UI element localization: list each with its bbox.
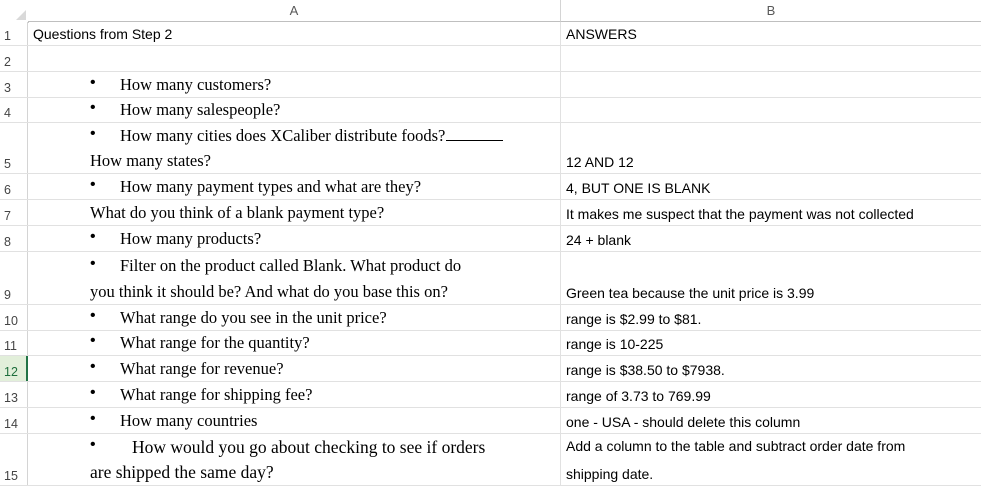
- cell-a8[interactable]: How many products?: [28, 226, 561, 251]
- cell-a13-text: What range for shipping fee?: [90, 384, 312, 405]
- cell-a15-line1: How would you go about checking to see i…: [90, 436, 485, 458]
- cell-b8-text: 24 + blank: [566, 232, 631, 248]
- row-header-5[interactable]: 5: [0, 123, 28, 173]
- row-14: 14 How many countries one - USA - should…: [0, 408, 981, 434]
- grid: 1 Questions from Step 2 ANSWERS 2 3 How …: [0, 22, 981, 486]
- row-header-10[interactable]: 10: [0, 305, 28, 330]
- select-all-triangle: [16, 10, 26, 20]
- cell-b15-line1: Add a column to the table and subtract o…: [566, 438, 906, 454]
- cell-b12-text: range is $38.50 to $7938.: [566, 362, 725, 378]
- cell-a8-text: How many products?: [90, 228, 261, 249]
- cell-b4[interactable]: [561, 98, 981, 122]
- cell-a11-text: What range for the quantity?: [90, 332, 310, 353]
- row-6: 6 How many payment types and what are th…: [0, 174, 981, 200]
- cell-b6-text: 4, BUT ONE IS BLANK: [566, 180, 711, 196]
- cell-a14[interactable]: How many countries: [28, 408, 561, 433]
- row-header-3[interactable]: 3: [0, 72, 28, 97]
- cell-b11[interactable]: range is 10-225: [561, 331, 981, 355]
- row-11: 11 What range for the quantity? range is…: [0, 331, 981, 356]
- cell-a5[interactable]: How many cities does XCaliber distribute…: [28, 123, 561, 173]
- cell-a4-text: How many salespeople?: [90, 99, 280, 120]
- row-3: 3 How many customers?: [0, 72, 981, 98]
- cell-b10[interactable]: range is $2.99 to $81.: [561, 305, 981, 330]
- row-9: 9 Filter on the product called Blank. Wh…: [0, 252, 981, 305]
- row-5: 5 How many cities does XCaliber distribu…: [0, 123, 981, 174]
- cell-b2[interactable]: [561, 46, 981, 71]
- cell-b14[interactable]: one - USA - should delete this column: [561, 408, 981, 433]
- cell-a15[interactable]: How would you go about checking to see i…: [28, 434, 561, 485]
- cell-a7-text: What do you think of a blank payment typ…: [90, 203, 385, 222]
- row-2: 2: [0, 46, 981, 72]
- row-header-13[interactable]: 13: [0, 382, 28, 407]
- cell-a10[interactable]: What range do you see in the unit price?: [28, 305, 561, 330]
- cell-b15[interactable]: Add a column to the table and subtract o…: [561, 434, 981, 485]
- cell-a1-text: Questions from Step 2: [33, 26, 173, 42]
- cell-a14-text: How many countries: [90, 410, 258, 431]
- column-header-a[interactable]: A: [28, 0, 561, 22]
- cell-a13[interactable]: What range for shipping fee?: [28, 382, 561, 407]
- row-12: 12 What range for revenue? range is $38.…: [0, 356, 981, 382]
- cell-b9[interactable]: Green tea because the unit price is 3.99: [561, 252, 981, 304]
- row-10: 10 What range do you see in the unit pri…: [0, 305, 981, 331]
- cell-a10-text: What range do you see in the unit price?: [90, 307, 387, 328]
- cell-a9-line1: Filter on the product called Blank. What…: [90, 255, 461, 276]
- cell-b5[interactable]: 12 AND 12: [561, 123, 981, 173]
- cell-a7[interactable]: What do you think of a blank payment typ…: [28, 200, 561, 225]
- row-15: 15 How would you go about checking to se…: [0, 434, 981, 486]
- cell-a4[interactable]: How many salespeople?: [28, 98, 561, 122]
- cell-b3[interactable]: [561, 72, 981, 97]
- cell-a9-line2: you think it should be? And what do you …: [90, 282, 448, 301]
- cell-a1[interactable]: Questions from Step 2: [28, 22, 561, 45]
- cell-b6[interactable]: 4, BUT ONE IS BLANK: [561, 174, 981, 199]
- cell-b9-text: Green tea because the unit price is 3.99: [566, 285, 815, 301]
- cell-b15-line2: shipping date.: [566, 466, 654, 482]
- row-header-1[interactable]: 1: [0, 22, 28, 45]
- row-1: 1 Questions from Step 2 ANSWERS: [0, 22, 981, 46]
- cell-a2[interactable]: [28, 46, 561, 71]
- cell-a15-line2: are shipped the same day?: [90, 462, 274, 482]
- row-header-8[interactable]: 8: [0, 226, 28, 251]
- cell-a12-text: What range for revenue?: [90, 358, 283, 379]
- row-4: 4 How many salespeople?: [0, 98, 981, 123]
- cell-a6-text: How many payment types and what are they…: [90, 176, 421, 197]
- row-header-4[interactable]: 4: [0, 98, 28, 122]
- cell-a5-line1: How many cities does XCaliber distribute…: [90, 125, 504, 146]
- cell-a3-text: How many customers?: [90, 74, 271, 95]
- cell-a9[interactable]: Filter on the product called Blank. What…: [28, 252, 561, 304]
- cell-a11[interactable]: What range for the quantity?: [28, 331, 561, 355]
- cell-a6[interactable]: How many payment types and what are they…: [28, 174, 561, 199]
- cell-b7[interactable]: It makes me suspect that the payment was…: [561, 200, 981, 225]
- cell-b5-text: 12 AND 12: [566, 154, 634, 170]
- cell-b12[interactable]: range is $38.50 to $7938.: [561, 356, 981, 381]
- cell-b11-text: range is 10-225: [566, 336, 664, 352]
- cell-a12[interactable]: What range for revenue?: [28, 356, 561, 381]
- row-13: 13 What range for shipping fee? range of…: [0, 382, 981, 408]
- blank-underline: [446, 128, 504, 141]
- cell-a3[interactable]: How many customers?: [28, 72, 561, 97]
- select-all-corner[interactable]: [0, 0, 29, 23]
- cell-b10-text: range is $2.99 to $81.: [566, 311, 702, 327]
- row-header-12[interactable]: 12: [0, 356, 28, 381]
- cell-a5-line2: How many states?: [90, 151, 211, 170]
- row-header-6[interactable]: 6: [0, 174, 28, 199]
- row-7: 7 What do you think of a blank payment t…: [0, 200, 981, 226]
- cell-b1-text: ANSWERS: [566, 26, 637, 42]
- row-header-2[interactable]: 2: [0, 46, 28, 71]
- cell-b14-text: one - USA - should delete this column: [566, 414, 801, 430]
- row-8: 8 How many products? 24 + blank: [0, 226, 981, 252]
- column-header-b[interactable]: B: [561, 0, 981, 22]
- cell-b13[interactable]: range of 3.73 to 769.99: [561, 382, 981, 407]
- cell-b8[interactable]: 24 + blank: [561, 226, 981, 251]
- row-header-9[interactable]: 9: [0, 252, 28, 304]
- row-header-15[interactable]: 15: [0, 434, 28, 485]
- row-header-11[interactable]: 11: [0, 331, 28, 355]
- cell-b7-text: It makes me suspect that the payment was…: [566, 206, 914, 222]
- row-header-14[interactable]: 14: [0, 408, 28, 433]
- cell-b1[interactable]: ANSWERS: [561, 22, 981, 45]
- cell-b13-text: range of 3.73 to 769.99: [566, 388, 711, 404]
- row-header-7[interactable]: 7: [0, 200, 28, 225]
